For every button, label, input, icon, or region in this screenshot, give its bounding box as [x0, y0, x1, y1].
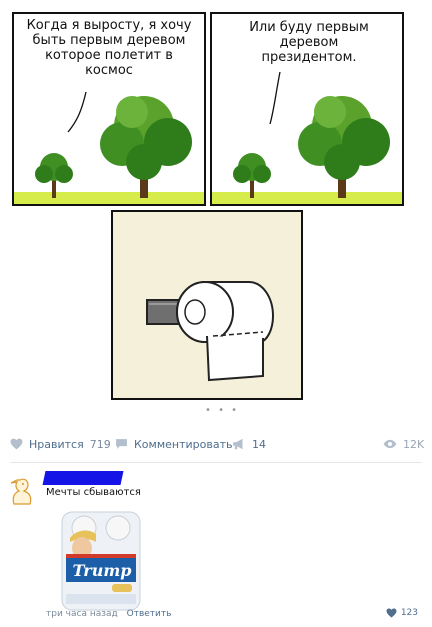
comic-image[interactable]: Когда я выросту, я хочу быть первым дере… — [0, 0, 432, 420]
comic-panel-2: Или буду первым деревом президентом. — [210, 12, 404, 206]
comic-panel-3 — [111, 210, 303, 400]
avatar[interactable] — [8, 476, 36, 506]
like-count: 719 — [89, 437, 111, 451]
views-count: 12K — [403, 437, 425, 451]
comment-meta: три часа назад Ответить — [46, 609, 171, 619]
reply-button[interactable]: Ответить — [127, 609, 172, 619]
comment-time: три часа назад — [46, 609, 118, 619]
comment-text: Мечты сбываются — [46, 487, 141, 498]
share-button[interactable]: 14 — [232, 436, 266, 452]
comment-button[interactable]: Комментировать — [115, 436, 232, 452]
comment-like-count: 123 — [400, 608, 418, 618]
views-counter: 12K — [383, 436, 424, 452]
big-tree-icon — [100, 96, 192, 198]
share-count: 14 — [252, 437, 266, 451]
comment-item: Мечты сбываются Trump три часа назад Отв… — [0, 468, 432, 627]
heart-icon — [10, 438, 23, 450]
toilet-paper-icon — [146, 281, 275, 382]
comment-like-button[interactable]: 123 — [386, 608, 418, 618]
comment-icon — [116, 439, 127, 449]
eye-icon — [383, 439, 397, 449]
image-pagination-dots: • • • — [205, 405, 240, 416]
comic-panel-1: Когда я выросту, я хочу быть первым дере… — [12, 12, 206, 206]
like-label: Нравится — [29, 437, 84, 451]
big-tree-icon — [298, 96, 390, 198]
megaphone-icon — [233, 438, 243, 450]
divider — [10, 462, 422, 463]
trump-toilet-paper-image[interactable]: Trump — [56, 508, 146, 616]
product-brand-text: Trump — [73, 561, 132, 580]
author-name-redacted[interactable] — [42, 471, 124, 485]
comment-label: Комментировать — [134, 437, 233, 451]
post-actions-bar: Нравится 719 Комментировать 14 12K — [0, 430, 432, 458]
like-button[interactable]: Нравится 719 — [10, 436, 111, 452]
heart-icon — [386, 608, 397, 618]
